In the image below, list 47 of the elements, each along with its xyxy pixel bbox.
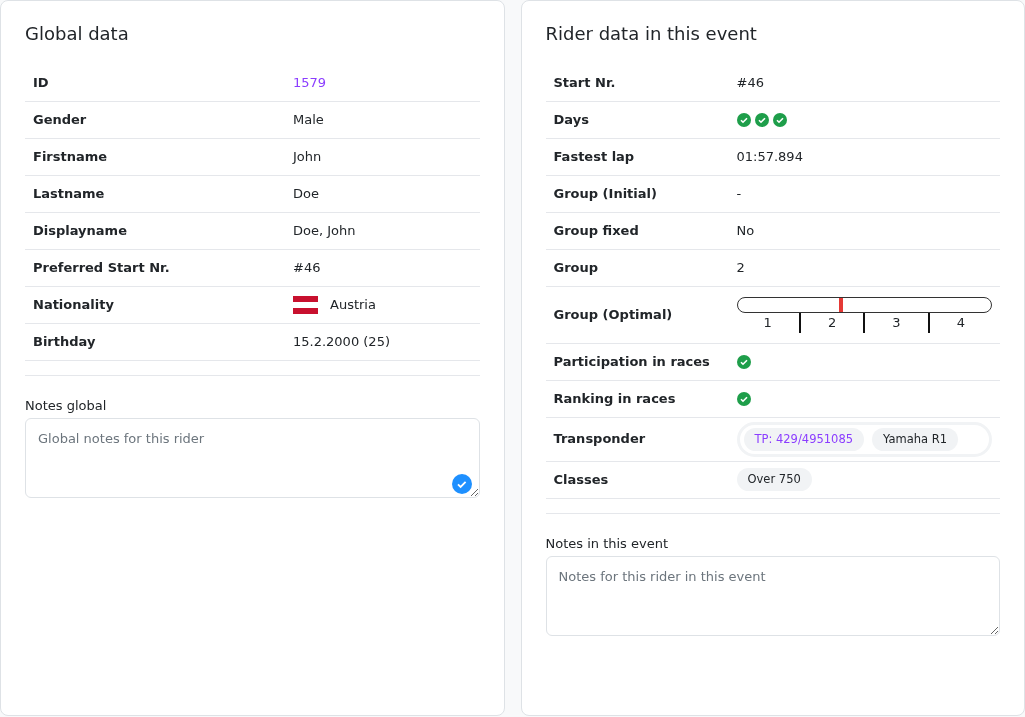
field-value: 01:57.894	[736, 147, 803, 166]
flag-icon	[293, 295, 318, 314]
field-label: Start Nr.	[553, 73, 617, 92]
field-label: Classes	[553, 471, 610, 490]
field-value: Male	[293, 110, 324, 129]
field-label: Birthday	[33, 332, 97, 351]
notes-label: Notes in this event	[545, 534, 670, 553]
field-label: Ranking in races	[553, 389, 677, 408]
field-value: No	[736, 221, 755, 240]
field-value: 2	[736, 258, 745, 277]
field-value: John	[293, 147, 322, 166]
field-label: Gender	[33, 110, 88, 129]
field-value: #46	[736, 73, 764, 92]
field-label: Displayname	[33, 221, 128, 240]
check-badge-icon[interactable]	[451, 473, 472, 494]
class-tag: Over 750	[736, 468, 812, 492]
field-label: Firstname	[33, 147, 109, 166]
field-label: ID	[33, 73, 50, 92]
notes-label: Notes global	[25, 396, 108, 415]
section-title: Rider data in this event	[545, 23, 758, 45]
field-value: -	[736, 184, 742, 203]
field-label: Group	[553, 258, 600, 277]
field-label: Transponder	[553, 430, 647, 449]
scale-label: 1	[736, 312, 801, 333]
field-label: Fastest lap	[553, 147, 636, 166]
field-value: Doe	[293, 184, 319, 203]
notes-field[interactable]: Global notes for this rider	[25, 418, 480, 499]
field-value: Austria	[330, 295, 376, 314]
section-title: Global data	[25, 23, 130, 45]
field-label: Group fixed	[553, 221, 640, 240]
field-label: Group (Optimal)	[553, 305, 674, 324]
field-value: 15.2.2000 (25)	[293, 332, 390, 351]
field-label: Participation in races	[553, 352, 711, 371]
field-value: Doe, John	[293, 221, 356, 240]
scale-label: 3	[865, 312, 930, 333]
id-link[interactable]: 1579	[293, 72, 327, 93]
field-label: Group (Initial)	[553, 184, 658, 203]
scale-label: 4	[955, 313, 966, 332]
field-value: #46	[293, 258, 321, 277]
field-label: Lastname	[33, 184, 106, 203]
field-label: Days	[553, 110, 590, 129]
field-label: Preferred Start Nr.	[33, 258, 171, 277]
notes-field[interactable]: Notes for this rider in this event	[545, 556, 1000, 637]
vehicle-tag: Yamaha R1	[872, 427, 959, 451]
field-label: Nationality	[33, 295, 115, 314]
transponder-tag: TP: 429/4951085	[743, 427, 865, 451]
scale-label: 2	[800, 312, 866, 333]
